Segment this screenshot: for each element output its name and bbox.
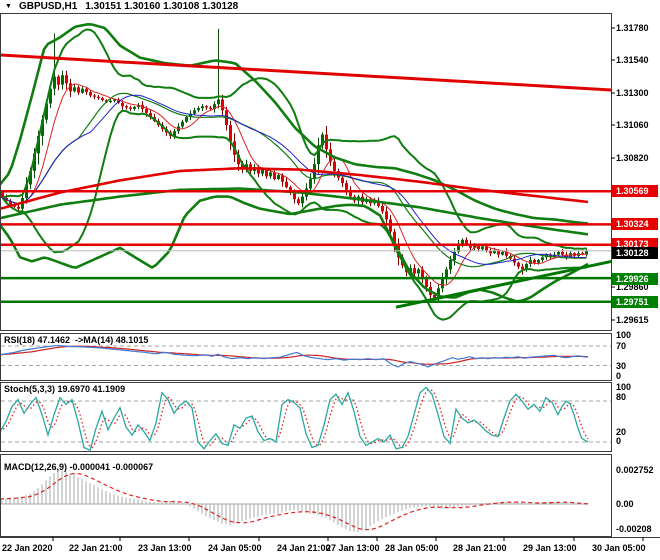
time-tick-label: 27 Jan 13:00 xyxy=(326,543,380,553)
rsi-label: RSI(18) 47.1462 ->MA(14) 48.1015 xyxy=(4,335,149,345)
price-tick-label: 1.31540 xyxy=(616,55,649,65)
time-tick-label: 28 Jan 21:00 xyxy=(453,543,507,553)
chart-window: ▼ GBPUSD,H1 1.30151 1.30160 1.30108 1.3012… xyxy=(0,0,660,560)
price-tick-label: 1.31780 xyxy=(616,23,649,33)
time-tick-label: 29 Jan 13:00 xyxy=(523,543,577,553)
macd-scale-label: 0.00 xyxy=(616,499,634,509)
rsi-scale-label: 100 xyxy=(616,330,632,340)
price-badge-black: 1.30128 xyxy=(612,247,658,259)
time-tick-label: 30 Jan 05:00 xyxy=(592,543,646,553)
price-badge-red: 1.30569 xyxy=(612,185,658,197)
stoch-scale-label: 80 xyxy=(616,392,627,402)
price-badge-green: 1.29926 xyxy=(612,273,658,285)
price-tick-label: 1.29615 xyxy=(616,315,649,325)
price-tick-label: 1.31300 xyxy=(616,88,649,98)
price-badge-red: 1.30324 xyxy=(612,218,658,230)
price-badge-green: 1.29751 xyxy=(612,296,658,308)
macd-scale-label: 0.002752 xyxy=(616,465,654,475)
symbol-period-label: GBPUSD,H1 xyxy=(18,1,78,12)
time-tick-label: 28 Jan 05:00 xyxy=(385,543,439,553)
time-tick-label: 22 Jan 21:00 xyxy=(69,543,123,553)
stoch-scale-label: 0 xyxy=(616,436,622,446)
price-tick-label: 1.31060 xyxy=(616,120,649,130)
time-tick-label: 23 Jan 13:00 xyxy=(138,543,192,553)
stoch-label: Stoch(5,3,3) 19.6970 41.1909 xyxy=(4,384,126,394)
rsi-scale-label: 0 xyxy=(616,371,622,381)
main-chart-pane[interactable] xyxy=(0,13,612,331)
price-tick-label: 1.30820 xyxy=(616,153,649,163)
macd-scale-label: -0.00208 xyxy=(616,524,652,534)
rsi-scale-label: 70 xyxy=(616,341,627,351)
chart-dropdown-icon[interactable]: ▼ xyxy=(5,3,12,10)
ohlc-values: 1.30151 1.30160 1.30108 1.30128 xyxy=(85,1,239,12)
time-tick-label: 22 Jan 2020 xyxy=(2,543,53,553)
time-tick-label: 24 Jan 21:00 xyxy=(277,543,331,553)
time-tick-label: 24 Jan 05:00 xyxy=(208,543,262,553)
price-axis[interactable] xyxy=(612,0,660,537)
chart-title: ▼ GBPUSD,H1 1.30151 1.30160 1.30108 1.3012… xyxy=(5,1,238,13)
macd-label: MACD(12,26,9) -0.000041 -0.000067 xyxy=(4,462,154,472)
